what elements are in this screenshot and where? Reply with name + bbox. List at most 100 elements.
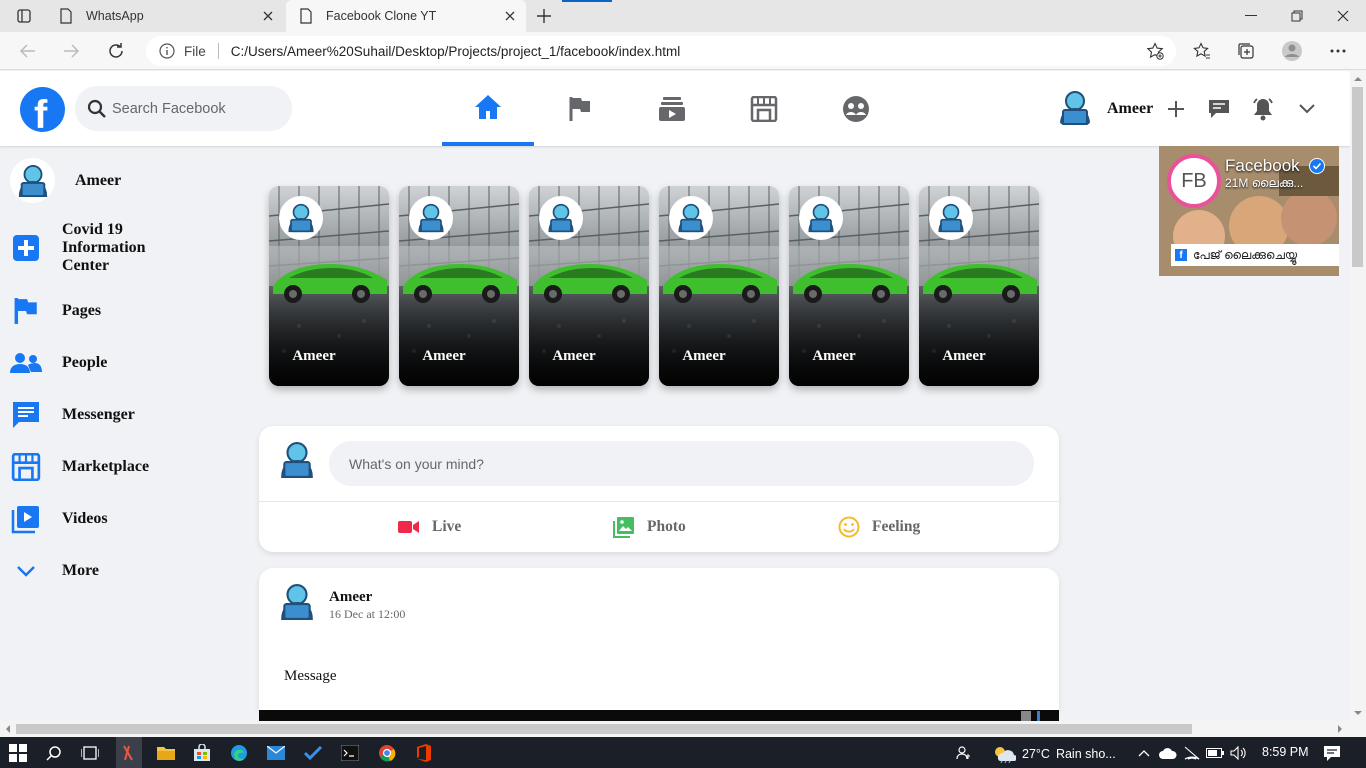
mail-icon[interactable] [266, 743, 286, 763]
story-avatar [539, 196, 583, 240]
plus-icon[interactable] [1163, 96, 1189, 122]
story-avatar [669, 196, 713, 240]
scroll-up-icon[interactable] [1350, 73, 1366, 85]
post-image[interactable] [259, 710, 1059, 721]
story-card[interactable]: Ameer [529, 186, 649, 386]
notifications-icon[interactable] [1322, 743, 1342, 763]
wifi-icon[interactable] [1182, 743, 1202, 763]
close-icon[interactable] [502, 8, 518, 24]
scroll-down-icon[interactable] [1350, 707, 1366, 719]
header-user-name[interactable]: Ameer [1107, 100, 1153, 118]
search-icon[interactable] [44, 743, 64, 763]
sidebar-item-marketplace[interactable]: Marketplace [10, 451, 149, 483]
story-name: Ameer [682, 348, 726, 364]
refresh-icon[interactable] [105, 40, 127, 62]
like-page-button[interactable]: f പേജ് ലൈക്കുചെയ്യൂ [1171, 244, 1339, 266]
forward-icon[interactable] [60, 40, 82, 62]
video-control-icon[interactable] [1037, 711, 1040, 721]
sidebar-item-covid[interactable]: Covid 19 Information Center [10, 221, 162, 275]
chrome-icon[interactable] [377, 743, 397, 763]
clock[interactable]: 8:59 PM [1262, 745, 1309, 759]
feed-post: Ameer 16 Dec at 12:00 Message [259, 568, 1059, 710]
nav-watch[interactable] [626, 71, 718, 146]
pinned-app-icon[interactable] [116, 737, 142, 768]
horizontal-scrollbar[interactable] [0, 721, 1366, 737]
sidebar-item-people[interactable]: People [10, 347, 107, 379]
facebook-logo[interactable]: f [20, 87, 65, 132]
windows-start-icon[interactable] [8, 743, 28, 763]
scroll-left-icon[interactable] [2, 721, 14, 737]
horizontal-scroll-thumb[interactable] [16, 724, 1192, 734]
add-favorite-icon[interactable] [1146, 42, 1164, 60]
favorites-icon[interactable] [1191, 40, 1213, 62]
sidebar-user[interactable]: Ameer [10, 158, 121, 203]
home-icon [474, 94, 502, 120]
scroll-right-icon[interactable] [1334, 721, 1346, 737]
avatar[interactable] [275, 441, 319, 479]
onedrive-icon[interactable] [1158, 743, 1178, 763]
sidebar-item-label: Messenger [62, 406, 135, 423]
battery-icon[interactable] [1205, 743, 1225, 763]
live-video-button[interactable]: Live [398, 516, 461, 538]
profile-avatar-icon[interactable] [1281, 40, 1303, 62]
ad-title[interactable]: Facebook [1225, 156, 1300, 176]
story-card[interactable]: Ameer [659, 186, 779, 386]
chevron-down-icon[interactable] [1294, 96, 1320, 122]
nav-marketplace[interactable] [718, 71, 810, 146]
sidebar-item-more[interactable]: More [10, 555, 99, 587]
story-card[interactable]: Ameer [919, 186, 1039, 386]
settings-more-icon[interactable] [1327, 40, 1349, 62]
new-tab-icon[interactable] [534, 6, 554, 26]
minimize-icon[interactable] [1228, 0, 1274, 32]
sidebar-item-messenger[interactable]: Messenger [10, 399, 135, 431]
people-tray-icon[interactable] [954, 743, 974, 763]
plus-square-icon [10, 232, 42, 264]
info-icon[interactable] [158, 42, 176, 60]
tab-whatsapp[interactable]: WhatsApp [46, 0, 284, 32]
task-view-icon[interactable] [80, 743, 100, 763]
url-field[interactable]: File C:/Users/Ameer%20Suhail/Desktop/Pro… [146, 36, 1176, 66]
story-card[interactable]: Ameer [269, 186, 389, 386]
bell-icon[interactable] [1250, 96, 1276, 122]
restore-icon[interactable] [1274, 0, 1320, 32]
story-name: Ameer [942, 348, 986, 364]
story-card[interactable]: Ameer [789, 186, 909, 386]
tab-facebook-clone[interactable]: Facebook Clone YT [286, 0, 526, 32]
search-input[interactable]: Search Facebook [112, 101, 226, 117]
edge-icon[interactable] [229, 743, 249, 763]
nav-home[interactable] [442, 71, 534, 146]
store-icon[interactable] [192, 743, 212, 763]
vertical-scrollbar[interactable] [1350, 71, 1366, 721]
file-explorer-icon[interactable] [156, 743, 176, 763]
post-author[interactable]: Ameer [329, 589, 372, 606]
tab-actions-icon[interactable] [8, 6, 40, 26]
messenger-icon[interactable] [1206, 96, 1232, 122]
nav-groups[interactable] [810, 71, 902, 146]
sidebar-item-pages[interactable]: Pages [10, 295, 101, 327]
close-icon[interactable] [260, 8, 276, 24]
todo-icon[interactable] [303, 743, 323, 763]
verified-icon [1309, 158, 1325, 174]
office-icon[interactable] [414, 743, 434, 763]
avatar[interactable] [275, 583, 319, 621]
chevron-up-icon[interactable] [1134, 743, 1154, 763]
status-input[interactable]: What's on your mind? [329, 441, 1034, 486]
terminal-icon[interactable] [340, 743, 360, 763]
photo-button[interactable]: Photo [613, 516, 686, 538]
search-bar[interactable]: Search Facebook [75, 86, 292, 131]
feeling-button[interactable]: Feeling [838, 516, 920, 538]
url-text[interactable]: C:/Users/Ameer%20Suhail/Desktop/Projects… [231, 44, 680, 59]
collections-icon[interactable] [1235, 40, 1257, 62]
facebook-page-widget[interactable]: FB Facebook 21M ലൈക്കു... f പേജ് ലൈക്കുച… [1159, 146, 1339, 276]
nav-pages[interactable] [534, 71, 626, 146]
sidebar-item-videos[interactable]: Videos [10, 503, 108, 535]
back-icon[interactable] [17, 40, 39, 62]
video-control-icon[interactable] [1021, 711, 1031, 721]
volume-icon[interactable] [1228, 743, 1248, 763]
header-avatar[interactable] [1054, 87, 1096, 129]
post-date[interactable]: 16 Dec at 12:00 [329, 607, 405, 622]
story-card[interactable]: Ameer [399, 186, 519, 386]
close-window-icon[interactable] [1320, 0, 1366, 32]
vertical-scroll-thumb[interactable] [1352, 87, 1363, 267]
weather-widget[interactable]: 27°C Rain sho... [992, 745, 1116, 763]
